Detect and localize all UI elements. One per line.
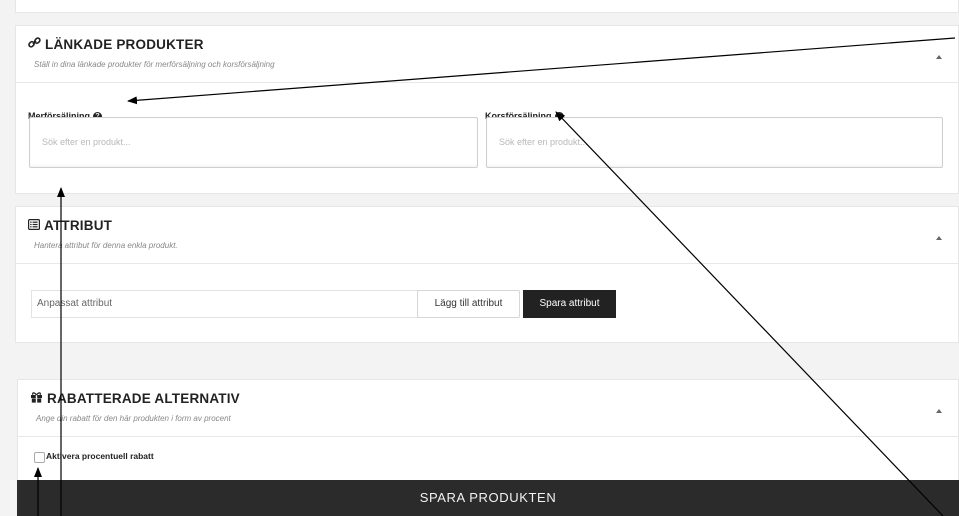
linked-products-title: LÄNKADE PRODUKTER	[28, 37, 204, 52]
list-icon	[28, 218, 41, 233]
link-icon	[28, 37, 41, 52]
add-attribute-button[interactable]: Lägg till attribut	[417, 290, 520, 318]
crosssell-search-input[interactable]: Sök efter en produkt...	[486, 117, 943, 168]
linked-products-title-text: LÄNKADE PRODUKTER	[45, 37, 204, 52]
linked-products-subtitle: Ställ in dina länkade produkter för merf…	[34, 60, 275, 69]
discount-title: RABATTERADE ALTERNATIV	[30, 391, 240, 406]
discount-title-text: RABATTERADE ALTERNATIV	[47, 391, 240, 406]
percent-discount-checkbox[interactable]	[34, 452, 45, 463]
discount-header[interactable]: RABATTERADE ALTERNATIV Ange din rabatt f…	[18, 380, 958, 437]
attributes-header[interactable]: ATTRIBUT Hantera attribut för denna enkl…	[16, 207, 958, 264]
save-product-button[interactable]: SPARA PRODUKTEN	[17, 480, 959, 516]
linked-products-panel: LÄNKADE PRODUKTER Ställ in dina länkade …	[15, 25, 959, 194]
percent-discount-label: Aktivera procentuell rabatt	[46, 451, 154, 461]
attributes-subtitle: Hantera attribut för denna enkla produkt…	[34, 241, 178, 250]
custom-attribute-input[interactable]: Anpassat attribut	[31, 290, 425, 318]
save-attribute-button[interactable]: Spara attribut	[523, 290, 616, 318]
previous-panel	[15, 0, 959, 13]
attributes-title: ATTRIBUT	[28, 218, 112, 233]
collapse-caret-icon[interactable]	[936, 55, 942, 59]
attributes-title-text: ATTRIBUT	[44, 218, 113, 233]
collapse-caret-icon[interactable]	[936, 236, 942, 240]
gift-icon	[30, 391, 43, 406]
collapse-caret-icon[interactable]	[936, 409, 942, 413]
discount-subtitle: Ange din rabatt för den här produkten i …	[36, 414, 231, 423]
attributes-panel: ATTRIBUT Hantera attribut för denna enkl…	[15, 206, 959, 343]
upsell-search-input[interactable]: Sök efter en produkt...	[29, 117, 478, 168]
linked-products-header[interactable]: LÄNKADE PRODUKTER Ställ in dina länkade …	[16, 26, 958, 83]
